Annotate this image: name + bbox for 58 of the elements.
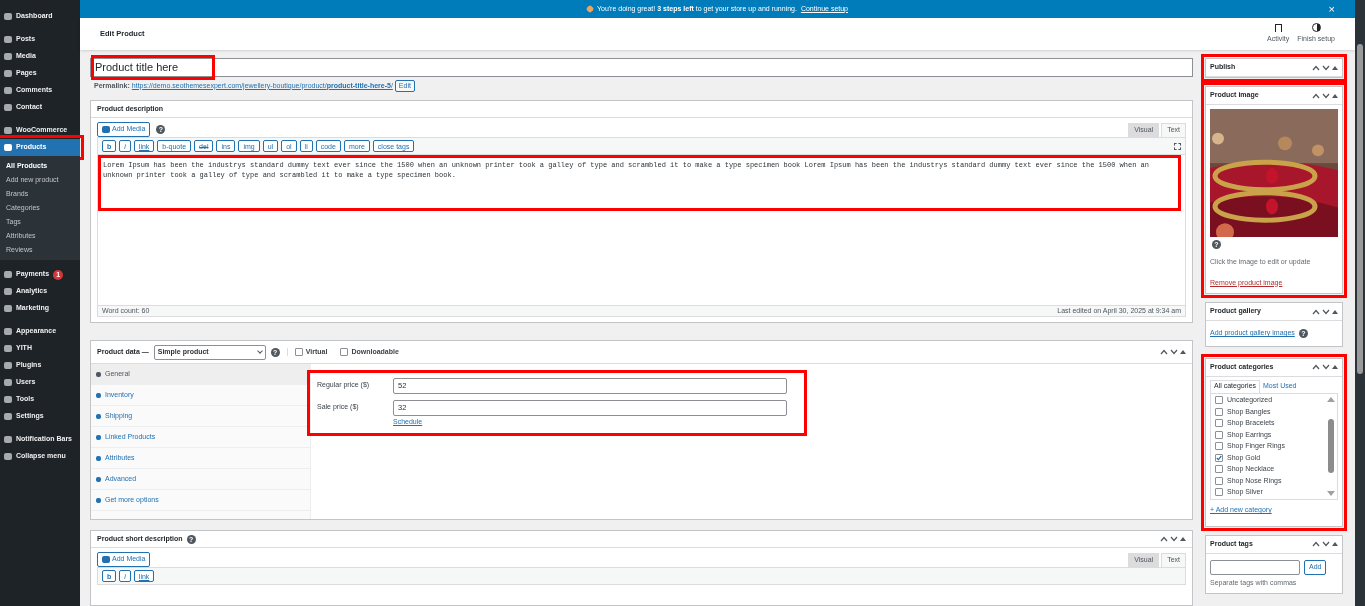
chevron-up-icon[interactable] bbox=[1160, 536, 1168, 542]
menu-icon bbox=[4, 453, 12, 460]
triangle-icon[interactable] bbox=[1180, 350, 1186, 354]
menu-icon bbox=[4, 36, 12, 43]
tab-icon bbox=[96, 413, 101, 419]
tab-icon bbox=[96, 455, 101, 461]
triangle-icon[interactable] bbox=[1332, 309, 1338, 314]
chevron-up-icon[interactable] bbox=[1312, 308, 1320, 315]
menu-icon bbox=[4, 87, 12, 94]
triangle-icon[interactable] bbox=[1332, 542, 1338, 546]
triangle-icon[interactable] bbox=[1332, 65, 1338, 70]
tab-icon bbox=[96, 476, 101, 482]
menu-icon bbox=[4, 396, 12, 403]
menu-icon bbox=[4, 328, 12, 335]
chevron-up-icon[interactable] bbox=[1312, 364, 1320, 370]
scrollbar[interactable] bbox=[1355, 0, 1365, 606]
menu-icon bbox=[4, 305, 12, 312]
menu-icon bbox=[4, 413, 12, 420]
menu-icon bbox=[4, 271, 12, 278]
chevron-up-icon[interactable] bbox=[1160, 349, 1168, 355]
tab-icon bbox=[96, 392, 101, 398]
menu-icon bbox=[4, 345, 12, 352]
menu-icon bbox=[4, 127, 12, 134]
menu-icon bbox=[4, 53, 12, 60]
fullscreen-icon[interactable] bbox=[1174, 142, 1181, 150]
chevron-down-icon[interactable] bbox=[1322, 541, 1330, 547]
media-icon bbox=[102, 556, 110, 563]
tag-input-field[interactable] bbox=[1210, 559, 1300, 575]
menu-icon bbox=[4, 13, 12, 20]
menu-icon bbox=[4, 436, 12, 443]
triangle-icon[interactable] bbox=[1180, 537, 1186, 541]
chevron-down-icon[interactable] bbox=[1322, 308, 1330, 315]
menu-icon bbox=[4, 288, 12, 295]
tab-icon bbox=[96, 434, 101, 440]
tab-icon bbox=[96, 371, 101, 377]
chevron-down-icon[interactable] bbox=[1170, 349, 1178, 355]
checkmark-icon bbox=[1216, 454, 1222, 461]
menu-icon bbox=[4, 379, 12, 386]
title-field[interactable]: Product title here bbox=[90, 58, 1193, 77]
flag-icon bbox=[1274, 23, 1282, 32]
chevron-down-icon[interactable] bbox=[1170, 536, 1178, 542]
menu-icon bbox=[4, 70, 12, 77]
menu-icon bbox=[4, 104, 12, 111]
close-button[interactable]: × bbox=[1328, 3, 1335, 15]
chevron-up-icon[interactable] bbox=[1312, 64, 1320, 71]
chevron-up-icon[interactable] bbox=[1312, 541, 1320, 547]
chevron-down-icon[interactable] bbox=[1322, 64, 1330, 71]
chevron-down-icon[interactable] bbox=[1322, 364, 1330, 370]
rocket-icon bbox=[585, 4, 595, 14]
chevron-down-icon[interactable] bbox=[1322, 92, 1330, 99]
text-area[interactable] bbox=[97, 155, 1186, 306]
media-icon bbox=[102, 126, 110, 133]
menu-icon bbox=[4, 144, 12, 151]
chevron-up-icon[interactable] bbox=[1312, 92, 1320, 99]
tab-icon bbox=[96, 497, 101, 503]
triangle-icon[interactable] bbox=[1332, 365, 1338, 369]
menu-icon bbox=[4, 362, 12, 369]
triangle-icon[interactable] bbox=[1332, 93, 1338, 98]
